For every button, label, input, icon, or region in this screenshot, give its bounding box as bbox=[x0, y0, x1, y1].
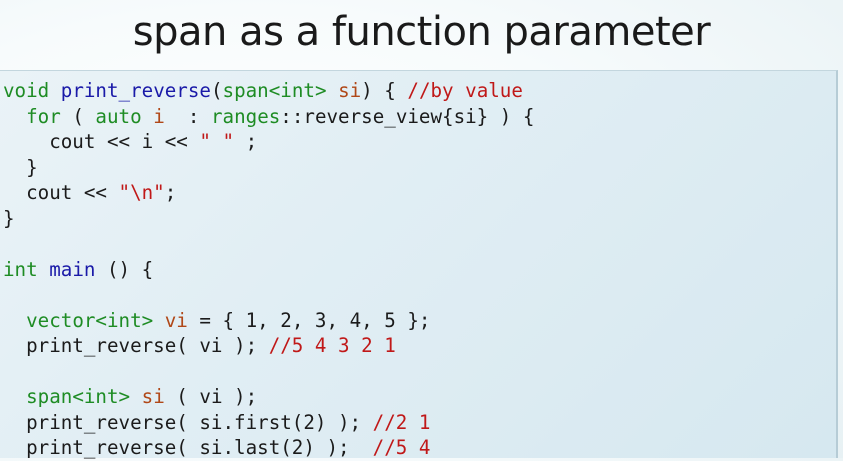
code-block: void print_reverse(span<int> si) { //by … bbox=[3, 78, 534, 461]
code-line: print_reverse( si.last(2) ); //5 4 bbox=[3, 435, 534, 461]
code-line: print_reverse( si.first(2) ); //2 1 bbox=[3, 410, 534, 436]
code-token: cout << i << bbox=[3, 130, 200, 153]
code-token: ; bbox=[234, 130, 258, 153]
code-token: print_reverse( si.first(2) ); bbox=[3, 410, 373, 434]
code-token: print_reverse bbox=[60, 79, 211, 102]
code-token: cout << bbox=[3, 181, 119, 204]
code-token: main bbox=[49, 257, 96, 281]
code-line: cout << i << " " ; bbox=[3, 129, 534, 155]
code-token: ( vi ); bbox=[164, 385, 258, 408]
code-token: : bbox=[164, 104, 211, 128]
code-token: void bbox=[3, 79, 50, 102]
code-token: " " bbox=[199, 130, 235, 153]
code-token: } bbox=[3, 155, 38, 179]
code-line: } bbox=[3, 206, 534, 232]
code-token: ( bbox=[60, 104, 96, 128]
code-token: vi bbox=[164, 308, 188, 332]
code-line: vector<int> vi = { 1, 2, 3, 4, 5 }; bbox=[3, 308, 534, 334]
code-token: si bbox=[141, 385, 165, 408]
code-token: span<int> bbox=[222, 79, 327, 102]
code-token: i bbox=[153, 104, 165, 128]
code-line: cout << "\n"; bbox=[3, 180, 534, 206]
code-token: //5 4 bbox=[372, 436, 431, 459]
code-token: for bbox=[26, 104, 61, 128]
code-line: span<int> si ( vi ); bbox=[3, 384, 534, 410]
code-token: //2 1 bbox=[372, 410, 431, 434]
code-token: vector<int> bbox=[26, 308, 154, 332]
code-line: int main () { bbox=[3, 257, 534, 283]
code-line: } bbox=[3, 155, 534, 181]
code-token: auto bbox=[95, 104, 142, 128]
code-token: } bbox=[3, 206, 15, 230]
code-token: //5 4 3 2 1 bbox=[268, 334, 396, 357]
code-token: ::reverse_view{si} ) { bbox=[280, 104, 535, 128]
code-token: int bbox=[3, 257, 38, 281]
code-token: () { bbox=[95, 257, 154, 281]
slide-title: span as a function parameter bbox=[132, 9, 711, 55]
code-token: "\n" bbox=[118, 181, 165, 204]
code-line: for ( auto i : ranges::reverse_view{si} … bbox=[3, 104, 534, 130]
code-token: //by value bbox=[407, 79, 523, 102]
code-token: si bbox=[338, 79, 362, 102]
code-token: span<int> bbox=[26, 385, 131, 408]
code-token: print_reverse( si.last(2) ); bbox=[3, 436, 373, 459]
code-token: ( bbox=[210, 79, 223, 102]
code-line: void print_reverse(span<int> si) { //by … bbox=[3, 78, 534, 104]
code-token: = { 1, 2, 3, 4, 5 }; bbox=[187, 308, 431, 332]
code-line: print_reverse( vi ); //5 4 3 2 1 bbox=[3, 333, 534, 359]
code-token: ranges bbox=[210, 104, 281, 128]
code-token: print_reverse( vi ); bbox=[3, 334, 269, 357]
code-token: ; bbox=[164, 181, 177, 204]
code-token: ) { bbox=[361, 79, 408, 102]
